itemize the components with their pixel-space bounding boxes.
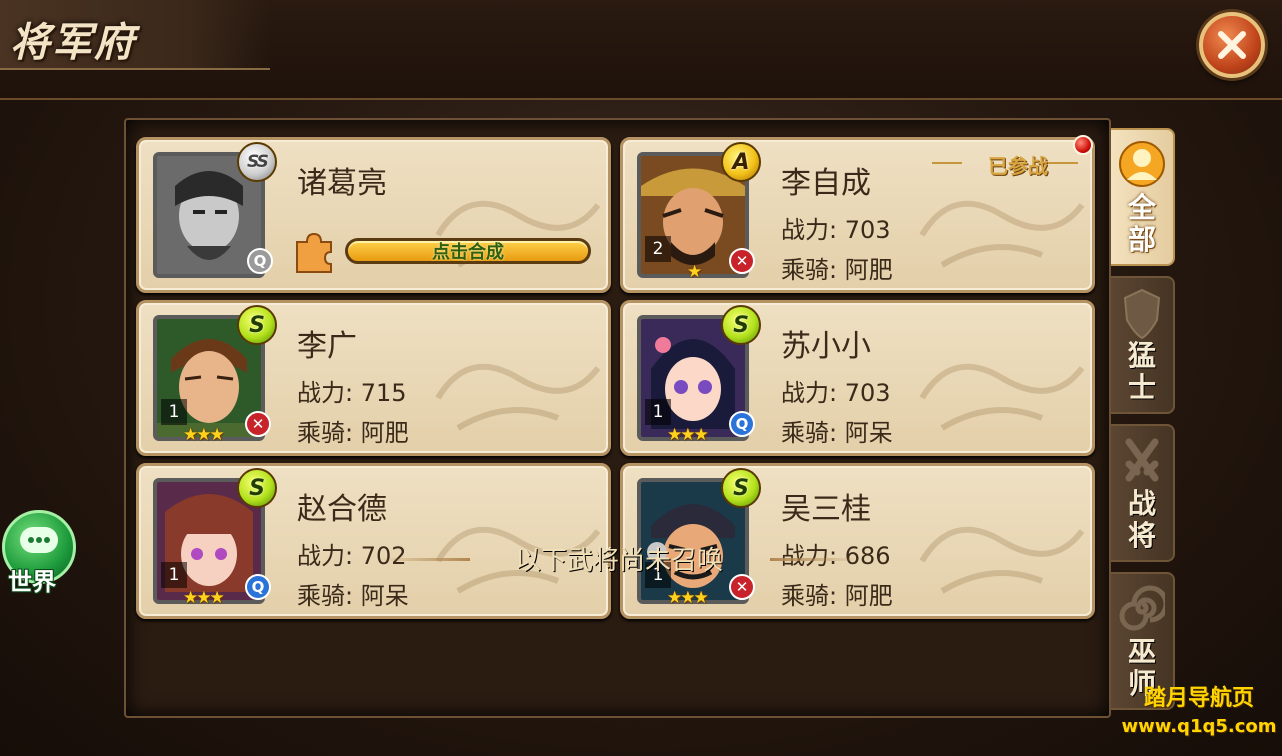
tab-general[interactable]: 战将 — [1111, 424, 1175, 562]
cloud-pattern-icon — [919, 526, 1085, 594]
hero-type-icon: Q — [245, 574, 271, 600]
person-icon — [1119, 141, 1165, 187]
cloud-pattern-icon — [435, 363, 601, 431]
hero-mount: 乘骑: 阿肥 — [781, 256, 893, 284]
watermark-url: www.q1q5.com — [1121, 716, 1277, 737]
hero-stars-3: ★★★ — [183, 588, 225, 608]
joined-deco-left — [932, 162, 962, 164]
rank-badge: S — [237, 468, 277, 508]
joined-battle-label: 已参战 — [988, 154, 1048, 178]
hero-type-icon: ✕ — [245, 411, 271, 437]
hero-name: 苏小小 — [781, 329, 871, 364]
hero-power: 战力: 703 — [781, 216, 891, 244]
hero-level: 1 — [645, 399, 671, 425]
hero-card-zhugeliang[interactable]: SS Q 诸葛亮 点击合成 — [136, 137, 611, 293]
chat-bubble-icon — [20, 527, 58, 553]
tab-label: 猛士 — [1127, 339, 1156, 404]
hero-type-icon: ✕ — [729, 574, 755, 600]
cloud-pattern-icon — [435, 200, 601, 268]
tab-warrior[interactable]: 猛士 — [1111, 276, 1175, 414]
hero-name: 李自成 — [781, 166, 871, 201]
hero-card-suxiaoxiao[interactable]: S 1 ★★★ Q 苏小小 战力: 703 乘骑: 阿呆 — [620, 300, 1095, 456]
hero-name: 赵合德 — [297, 492, 387, 527]
tab-label: 战将 — [1127, 487, 1156, 552]
notification-dot — [1073, 135, 1093, 155]
hero-mount: 乘骑: 阿呆 — [781, 419, 893, 447]
hero-stars-1: ★ — [687, 262, 702, 282]
rank-badge: SS — [237, 142, 277, 182]
hero-mount: 乘骑: 阿肥 — [297, 419, 409, 447]
close-x-icon — [1218, 31, 1246, 59]
tab-all[interactable]: 全部 — [1111, 128, 1175, 266]
watermark-title: 踏月导航页 — [1143, 686, 1254, 711]
hero-stars-3: ★★★ — [667, 425, 709, 445]
synthesize-button[interactable]: 点击合成 — [345, 238, 591, 264]
rank-badge: A — [721, 142, 761, 182]
puzzle-piece-icon — [296, 232, 332, 273]
title-plate: 将军府 — [0, 0, 270, 70]
hero-power: 战力: 715 — [297, 379, 407, 407]
hero-name: 吴三桂 — [781, 492, 871, 527]
sword-icon — [1125, 438, 1159, 482]
hero-power: 战力: 703 — [781, 379, 891, 407]
world-chat-label: 世界 — [8, 568, 56, 596]
joined-deco-right — [1048, 162, 1078, 164]
hero-card-liguang[interactable]: S 1 ★★★ ✕ 李广 战力: 715 乘骑: 阿肥 — [136, 300, 611, 456]
hero-card-lizicheng[interactable]: A 2 ★ ✕ 李自成 战力: 703 乘骑: 阿肥 已参战 — [620, 137, 1095, 293]
shield-icon — [1123, 288, 1161, 340]
hero-mount: 乘骑: 阿肥 — [781, 582, 893, 610]
hero-stars-3: ★★★ — [183, 425, 225, 445]
rank-badge: S — [721, 305, 761, 345]
hero-mount: 乘骑: 阿呆 — [297, 582, 409, 610]
watermark: 踏月导航页 www.q1q5.com — [1116, 680, 1282, 737]
rank-badge: S — [237, 305, 277, 345]
close-button[interactable] — [1199, 12, 1265, 78]
spiral-icon — [1119, 585, 1165, 631]
hero-name: 李广 — [297, 329, 357, 364]
page-title: 将军府 — [10, 19, 136, 66]
hero-level: 1 — [161, 399, 187, 425]
cloud-pattern-icon — [919, 363, 1085, 431]
rank-badge: S — [721, 468, 761, 508]
footer-divider-right — [770, 558, 860, 561]
hero-name: 诸葛亮 — [297, 166, 387, 201]
hero-level: 2 — [645, 236, 671, 262]
tab-label: 全部 — [1127, 191, 1156, 256]
hero-stars-3: ★★★ — [667, 588, 709, 608]
hero-type-icon: ✕ — [729, 248, 755, 274]
hero-type-icon: Q — [247, 248, 273, 274]
hero-level: 1 — [161, 562, 187, 588]
hero-type-icon: Q — [729, 411, 755, 437]
